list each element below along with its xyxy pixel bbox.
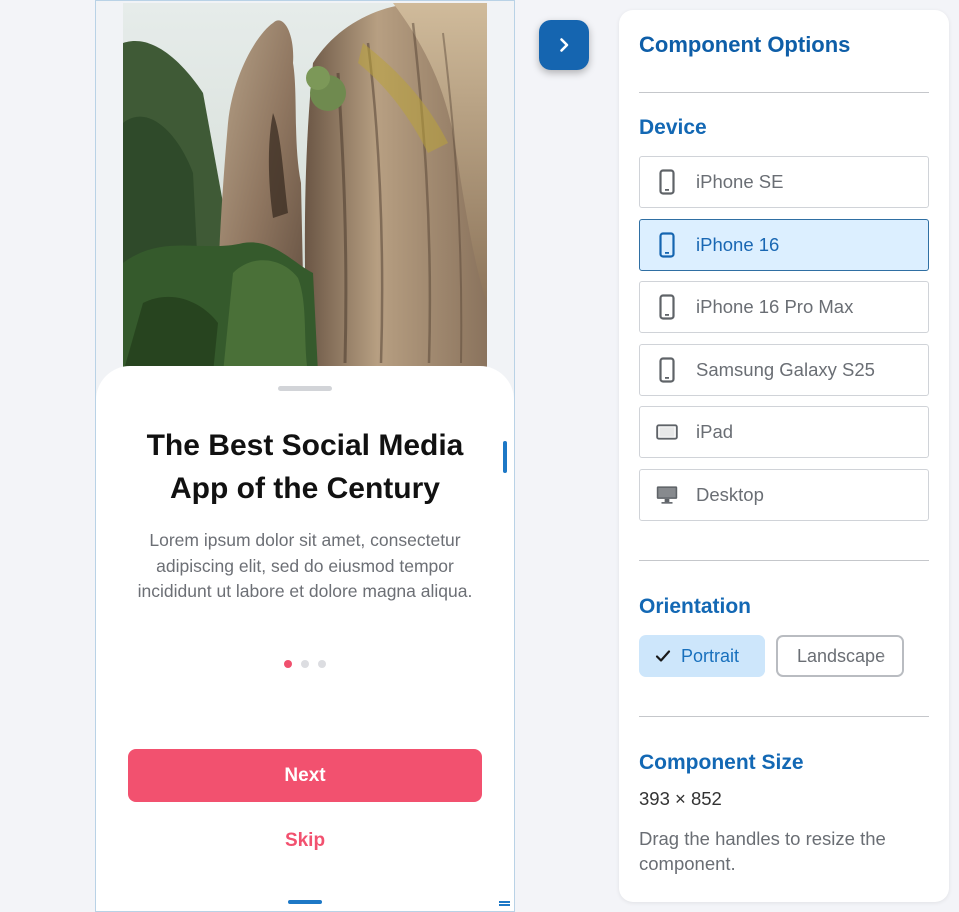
component-options-panel: Component Options Device iPhone SE iPhon… <box>619 10 949 902</box>
corner-resize-handle[interactable] <box>499 901 510 906</box>
landscape-option[interactable]: Landscape <box>776 635 904 677</box>
device-option-samsung-galaxy-s25[interactable]: Samsung Galaxy S25 <box>639 343 929 396</box>
orientation-section-label: Orientation <box>639 595 752 618</box>
checkmark-icon <box>655 649 671 663</box>
hero-image <box>123 3 487 373</box>
device-option-iphone-16[interactable]: iPhone 16 <box>639 218 929 271</box>
device-section-label: Device <box>639 116 707 139</box>
phone-icon <box>656 169 678 195</box>
divider <box>639 560 929 561</box>
onboarding-sheet: The Best Social Media App of the Century… <box>96 366 514 911</box>
onboarding-title: The Best Social Media App of the Century <box>146 429 464 505</box>
toggle-panel-button[interactable] <box>539 20 589 70</box>
pagination-dot[interactable] <box>318 660 326 668</box>
device-label: iPhone 16 Pro Max <box>696 296 854 317</box>
device-label: iPhone 16 <box>696 233 780 255</box>
phone-icon <box>656 356 678 383</box>
desktop-icon <box>656 482 678 508</box>
rock-formation-illustration <box>123 3 487 373</box>
device-list: iPhone SE iPhone 16 iPhone 16 Pro Max Sa… <box>639 156 929 531</box>
device-option-iphone-16-pro-max[interactable]: iPhone 16 Pro Max <box>639 281 929 333</box>
device-label: iPad <box>696 421 734 442</box>
device-option-iphone-se[interactable]: iPhone SE <box>639 156 929 208</box>
pagination-dots <box>96 660 514 668</box>
divider <box>639 92 929 93</box>
horizontal-resize-handle[interactable] <box>288 900 322 904</box>
resize-hint: Drag the handles to resize the component… <box>639 828 886 874</box>
pagination-dot-active[interactable] <box>284 660 292 668</box>
device-label: iPhone SE <box>696 171 784 192</box>
landscape-label: Landscape <box>797 645 886 666</box>
onboarding-description: Lorem ipsum dolor sit amet, consectetur … <box>137 530 473 601</box>
device-label: Samsung Galaxy S25 <box>696 358 875 380</box>
tablet-icon <box>656 419 678 445</box>
pagination-dot[interactable] <box>301 660 309 668</box>
component-size-section-label: Component Size <box>639 751 804 774</box>
phone-icon <box>656 294 678 320</box>
device-label: Desktop <box>696 483 764 505</box>
device-option-desktop[interactable]: Desktop <box>639 468 929 521</box>
component-size-value: 393 × 852 <box>639 788 722 809</box>
vertical-resize-handle[interactable] <box>503 441 507 473</box>
next-button[interactable]: Next <box>128 749 482 802</box>
device-option-ipad[interactable]: iPad <box>639 406 929 458</box>
panel-title: Component Options <box>639 32 851 57</box>
skip-button[interactable]: Skip <box>255 824 355 858</box>
phone-icon <box>656 231 678 258</box>
component-preview: The Best Social Media App of the Century… <box>95 0 515 912</box>
divider <box>639 716 929 717</box>
portrait-option[interactable]: Portrait <box>639 635 765 677</box>
portrait-label: Portrait <box>681 645 740 666</box>
chevron-right-icon <box>560 38 569 52</box>
sheet-grabber[interactable] <box>278 386 332 391</box>
orientation-toggle-group: Portrait Landscape <box>639 635 939 677</box>
